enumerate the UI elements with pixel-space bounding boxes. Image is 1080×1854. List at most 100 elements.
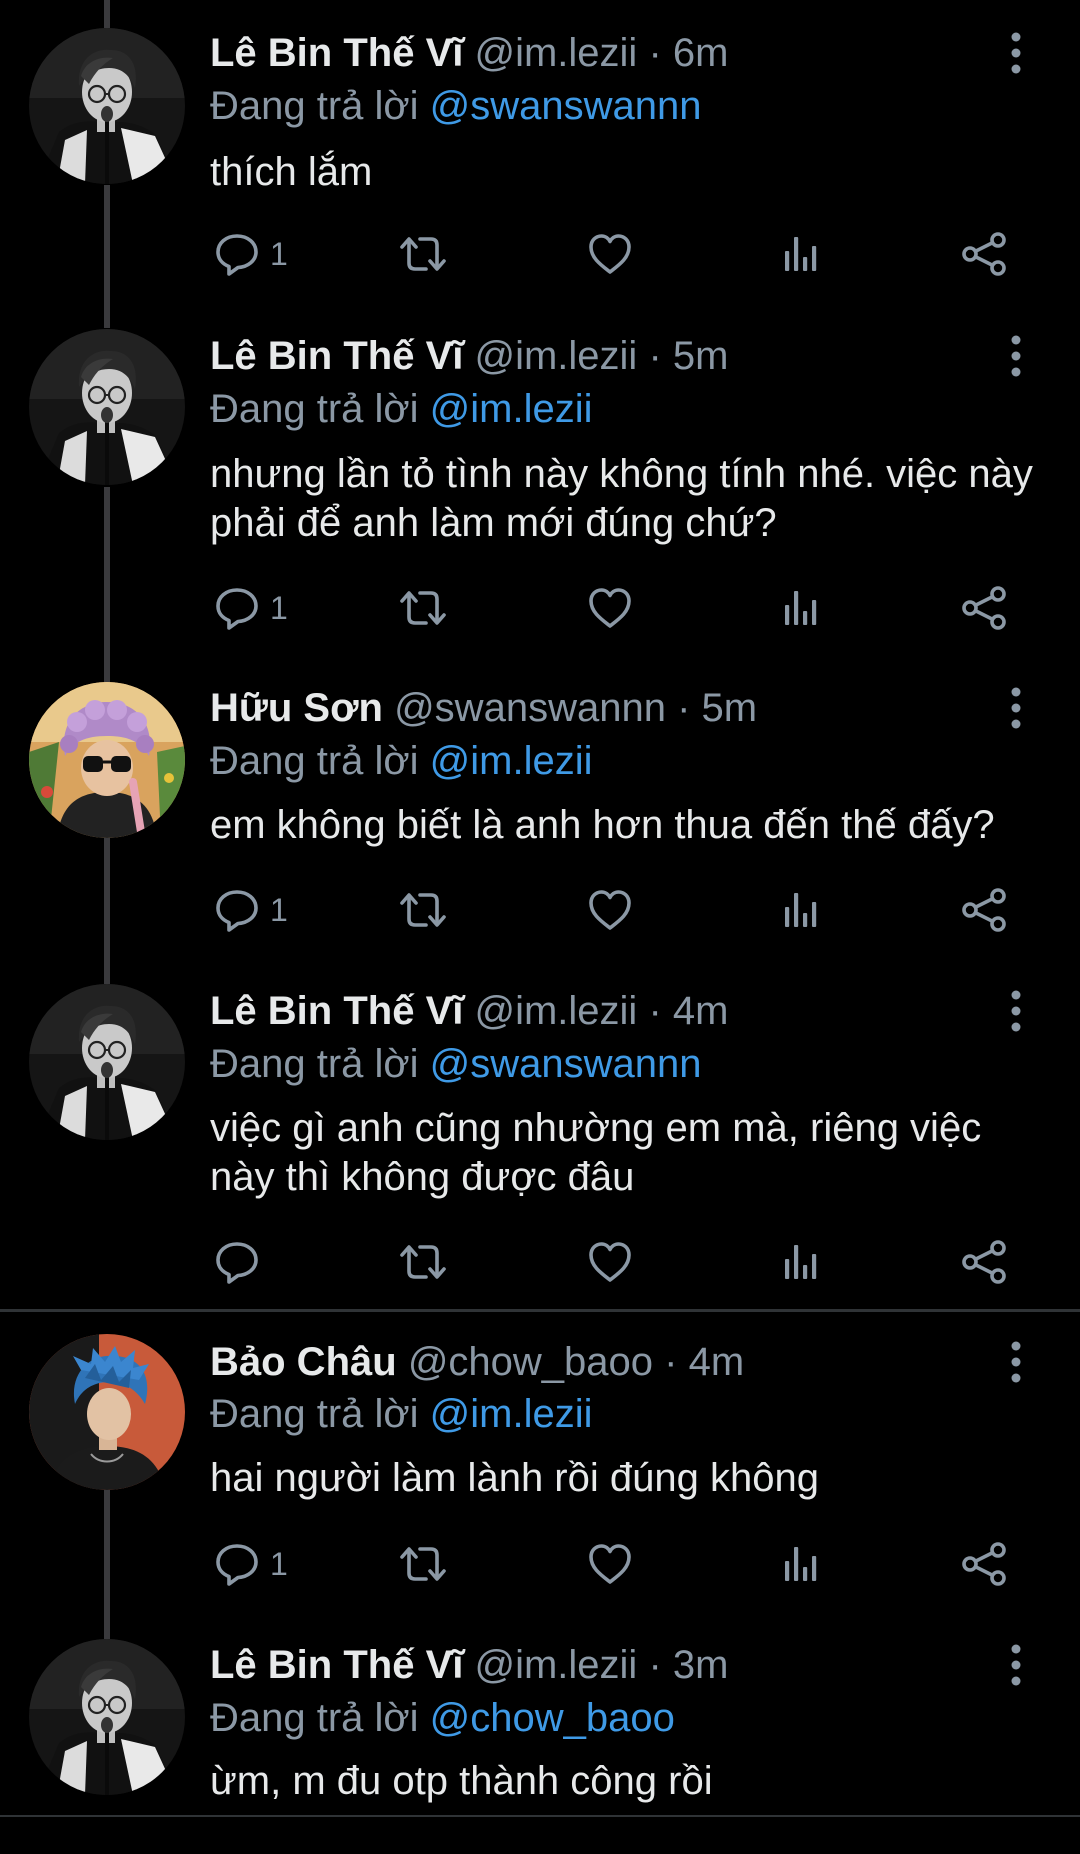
share-button[interactable] bbox=[957, 1536, 1011, 1592]
replying-to: Đang trả lời @swanswannn bbox=[210, 1038, 702, 1090]
author-name[interactable]: Lê Bin Thế Vĩ bbox=[210, 31, 463, 75]
views-button[interactable] bbox=[776, 1536, 826, 1592]
retweet-button[interactable] bbox=[396, 1234, 450, 1290]
author-handle[interactable]: @swanswannn bbox=[394, 686, 666, 730]
share-button[interactable] bbox=[957, 1234, 1011, 1290]
author-name[interactable]: Lê Bin Thế Vĩ bbox=[210, 989, 463, 1033]
tweet-text: thích lắm bbox=[210, 150, 373, 194]
author-name[interactable]: Lê Bin Thế Vĩ bbox=[210, 1643, 463, 1687]
avatar-image[interactable] bbox=[29, 682, 185, 838]
reply-mention-link[interactable]: @swanswannn bbox=[430, 1042, 702, 1086]
more-options-button[interactable] bbox=[994, 328, 1038, 384]
tweet-header: Lê Bin Thế Vĩ @im.lezii · 6m bbox=[210, 25, 728, 81]
replying-to: Đang trả lời @im.lezii bbox=[210, 735, 593, 787]
reply-count: 1 bbox=[270, 891, 288, 928]
reply-count: 1 bbox=[270, 589, 288, 626]
author-handle[interactable]: @im.lezii bbox=[474, 31, 637, 75]
action-bar: 1 bbox=[210, 580, 1030, 636]
views-button[interactable] bbox=[776, 1234, 826, 1290]
author-name[interactable]: Bảo Châu bbox=[210, 1340, 397, 1384]
separator-dot: · bbox=[664, 1340, 678, 1384]
reply-count: 1 bbox=[270, 1545, 288, 1582]
reply-mention-link[interactable]: @chow_baoo bbox=[430, 1696, 675, 1740]
views-chart-icon bbox=[776, 583, 826, 633]
views-chart-icon bbox=[776, 229, 826, 279]
share-button[interactable] bbox=[957, 882, 1011, 938]
reply-mention-link[interactable]: @im.lezii bbox=[430, 1392, 593, 1436]
action-bar bbox=[210, 1234, 1030, 1290]
more-options-button[interactable] bbox=[994, 1637, 1038, 1693]
replying-to: Đang trả lời @im.lezii bbox=[210, 1388, 593, 1440]
author-handle[interactable]: @im.lezii bbox=[474, 1643, 637, 1687]
reply-mention-link[interactable]: @im.lezii bbox=[430, 387, 593, 431]
tweet-text: ừm, m đu otp thành công rồi bbox=[210, 1759, 713, 1803]
timestamp[interactable]: 6m bbox=[673, 31, 729, 75]
timestamp[interactable]: 3m bbox=[673, 1643, 729, 1687]
reply-button[interactable]: 1 bbox=[212, 882, 288, 938]
like-button[interactable] bbox=[585, 580, 635, 636]
like-button[interactable] bbox=[585, 882, 635, 938]
share-button[interactable] bbox=[957, 226, 1011, 282]
retweet-button[interactable] bbox=[396, 580, 450, 636]
reply-icon bbox=[212, 229, 262, 279]
avatar-image[interactable] bbox=[29, 984, 185, 1140]
action-bar: 1 bbox=[210, 882, 1030, 938]
tweet-header: Lê Bin Thế Vĩ @im.lezii · 3m bbox=[210, 1637, 728, 1693]
timestamp[interactable]: 5m bbox=[702, 686, 758, 730]
reply-button[interactable]: 1 bbox=[212, 226, 288, 282]
more-options-button[interactable] bbox=[994, 1334, 1038, 1390]
avatar-image[interactable] bbox=[29, 1334, 185, 1490]
more-options-button[interactable] bbox=[994, 680, 1038, 736]
divider bbox=[0, 1815, 1080, 1817]
reply-button[interactable]: 1 bbox=[212, 580, 288, 636]
author-name[interactable]: Lê Bin Thế Vĩ bbox=[210, 334, 463, 378]
reply-icon bbox=[212, 583, 262, 633]
like-button[interactable] bbox=[585, 226, 635, 282]
share-icon bbox=[957, 583, 1011, 633]
more-vertical-icon bbox=[1011, 1644, 1021, 1686]
reply-icon bbox=[212, 885, 262, 935]
share-icon bbox=[957, 1237, 1011, 1287]
thread-line bbox=[104, 0, 110, 28]
more-options-button[interactable] bbox=[994, 983, 1038, 1039]
separator-dot: · bbox=[677, 686, 691, 730]
separator-dot: · bbox=[648, 1643, 662, 1687]
separator-dot: · bbox=[648, 334, 662, 378]
like-button[interactable] bbox=[585, 1536, 635, 1592]
retweet-icon bbox=[396, 583, 450, 633]
author-handle[interactable]: @chow_baoo bbox=[408, 1340, 653, 1384]
reply-mention-link[interactable]: @im.lezii bbox=[430, 739, 593, 783]
timestamp[interactable]: 5m bbox=[673, 334, 729, 378]
more-vertical-icon bbox=[1011, 990, 1021, 1032]
tweet-header: Lê Bin Thế Vĩ @im.lezii · 4m bbox=[210, 983, 728, 1039]
heart-icon bbox=[585, 1539, 635, 1589]
retweet-button[interactable] bbox=[396, 1536, 450, 1592]
tweet-header: Lê Bin Thế Vĩ @im.lezii · 5m bbox=[210, 328, 728, 384]
timestamp[interactable]: 4m bbox=[673, 989, 729, 1033]
more-options-button[interactable] bbox=[994, 25, 1038, 81]
separator-dot: · bbox=[648, 989, 662, 1033]
avatar-image[interactable] bbox=[29, 329, 185, 485]
reply-mention-link[interactable]: @swanswannn bbox=[430, 84, 702, 128]
like-button[interactable] bbox=[585, 1234, 635, 1290]
author-handle[interactable]: @im.lezii bbox=[474, 989, 637, 1033]
views-button[interactable] bbox=[776, 580, 826, 636]
retweet-button[interactable] bbox=[396, 882, 450, 938]
reply-button[interactable] bbox=[212, 1234, 270, 1290]
avatar-image[interactable] bbox=[29, 28, 185, 184]
share-button[interactable] bbox=[957, 580, 1011, 636]
retweet-button[interactable] bbox=[396, 226, 450, 282]
reply-icon bbox=[212, 1539, 262, 1589]
replying-to-label: Đang trả lời bbox=[210, 84, 430, 128]
separator-dot: · bbox=[648, 31, 662, 75]
reply-button[interactable]: 1 bbox=[212, 1536, 288, 1592]
share-icon bbox=[957, 1539, 1011, 1589]
avatar-image[interactable] bbox=[29, 1639, 185, 1795]
views-button[interactable] bbox=[776, 226, 826, 282]
author-name[interactable]: Hữu Sơn bbox=[210, 686, 383, 730]
replying-to-label: Đang trả lời bbox=[210, 1042, 430, 1086]
author-handle[interactable]: @im.lezii bbox=[474, 334, 637, 378]
views-button[interactable] bbox=[776, 882, 826, 938]
tweet-text: em không biết là anh hơn thua đến thế đấ… bbox=[210, 803, 995, 847]
timestamp[interactable]: 4m bbox=[689, 1340, 745, 1384]
